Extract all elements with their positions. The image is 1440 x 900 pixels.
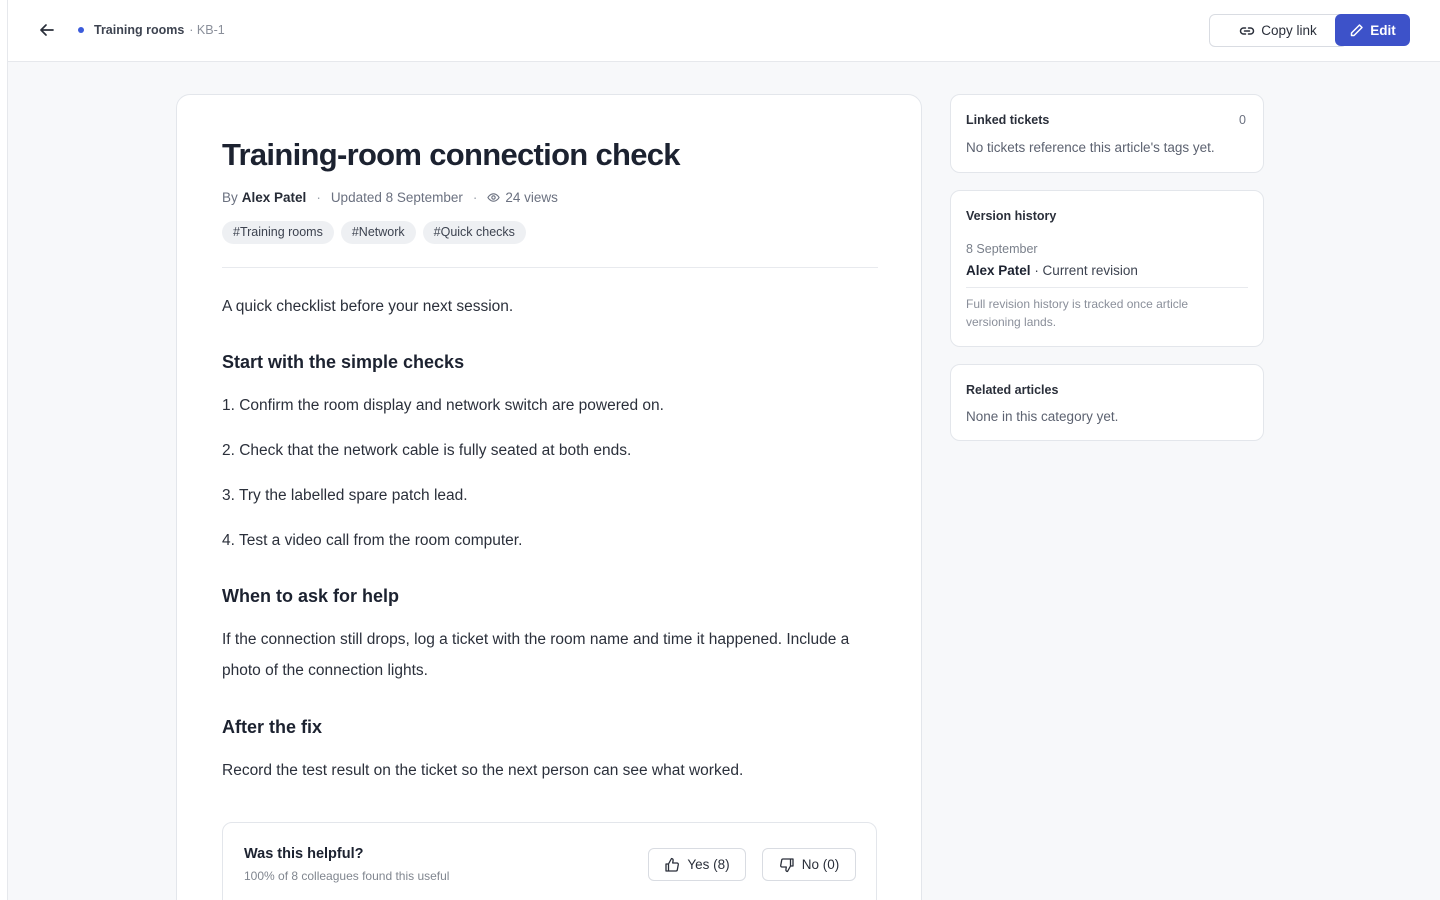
breadcrumb-category[interactable]: Training rooms xyxy=(94,23,184,37)
pencil-icon xyxy=(1351,23,1363,36)
feedback-question: Was this helpful? xyxy=(244,846,364,862)
back-button[interactable] xyxy=(35,17,59,43)
version-note: Full revision history is tracked once ar… xyxy=(966,297,1189,329)
edit-label: Edit xyxy=(1370,22,1396,38)
feedback-summary: 100% of 8 colleagues found this useful xyxy=(244,869,450,883)
vote-yes-label: Yes (8) xyxy=(687,857,730,872)
section-heading: After the fix xyxy=(222,717,323,737)
feedback-panel: Was this helpful? 100% of 8 colleagues f… xyxy=(222,822,877,900)
linked-tickets-card: Linked tickets 0 No tickets reference th… xyxy=(950,94,1264,173)
checklist-step: 4. Test a video call from the room compu… xyxy=(222,532,523,549)
tag-network[interactable]: #Network xyxy=(340,221,416,244)
related-articles-empty: None in this category yet. xyxy=(966,409,1119,424)
copy-link-button[interactable]: Copy link xyxy=(1209,14,1347,47)
checklist-step: 1. Confirm the room display and network … xyxy=(222,397,664,414)
article-intro: A quick checklist before your next sessi… xyxy=(222,298,514,315)
card-title: Linked tickets xyxy=(966,113,1050,127)
linked-tickets-count: 0 xyxy=(1239,113,1246,127)
thumbs-down-icon xyxy=(779,857,794,872)
divider xyxy=(966,287,1248,288)
card-title: Related articles xyxy=(966,383,1059,397)
version-entry: Alex Patel · Current revision xyxy=(966,263,1138,278)
thumbs-up-icon xyxy=(665,857,680,872)
meta-separator: · xyxy=(472,190,478,205)
vote-no-label: No (0) xyxy=(801,857,840,872)
eye-icon xyxy=(487,193,501,202)
meta-views: 24 views xyxy=(505,190,558,205)
tag-quick-checks[interactable]: #Quick checks xyxy=(422,221,526,244)
checklist-step: 3. Try the labelled spare patch lead. xyxy=(222,487,468,504)
breadcrumb: Training rooms · KB-1 xyxy=(78,22,225,38)
divider xyxy=(222,267,878,268)
vote-yes-button[interactable]: Yes (8) xyxy=(648,848,746,881)
version-label: · Current revision xyxy=(1034,263,1138,278)
section-paragraph: Record the test result on the ticket so … xyxy=(222,762,744,779)
copy-link-label: Copy link xyxy=(1261,23,1317,38)
top-bar: Training rooms · KB-1 Copy link Edit xyxy=(8,0,1440,62)
version-author: Alex Patel xyxy=(966,263,1031,278)
version-history-card: Version history 8 September Alex Patel ·… xyxy=(950,190,1264,347)
arrow-left-icon xyxy=(40,24,54,36)
breadcrumb-article-id: · KB-1 xyxy=(189,23,225,37)
vote-no-button[interactable]: No (0) xyxy=(762,848,856,881)
meta-author: Alex Patel xyxy=(241,190,307,205)
category-dot-icon xyxy=(78,27,84,33)
linked-tickets-empty: No tickets reference this article's tags… xyxy=(966,140,1215,155)
related-articles-card: Related articles None in this category y… xyxy=(950,364,1264,441)
section-heading: Start with the simple checks xyxy=(222,352,465,372)
meta-updated: Updated 8 September xyxy=(330,190,463,205)
meta-by: By xyxy=(222,190,238,205)
left-rail xyxy=(0,0,8,900)
card-title: Version history xyxy=(966,209,1057,223)
edit-button[interactable]: Edit xyxy=(1335,14,1410,46)
tag-training-rooms[interactable]: #Training rooms xyxy=(222,221,334,244)
meta-separator: · xyxy=(316,190,321,205)
article-card: Training-room connection check By Alex P… xyxy=(176,94,922,900)
section-paragraph: If the connection still drops, log a tic… xyxy=(222,631,850,679)
checklist-step: 2. Check that the network cable is fully… xyxy=(222,442,632,459)
tag-list: #Training rooms #Network #Quick checks xyxy=(222,221,533,244)
link-icon xyxy=(1240,26,1255,35)
version-date: 8 September xyxy=(966,242,1038,256)
article-title: Training-room connection check xyxy=(222,137,681,172)
article-meta: By Alex Patel · Updated 8 September · 24… xyxy=(222,190,558,205)
section-heading: When to ask for help xyxy=(222,586,400,606)
